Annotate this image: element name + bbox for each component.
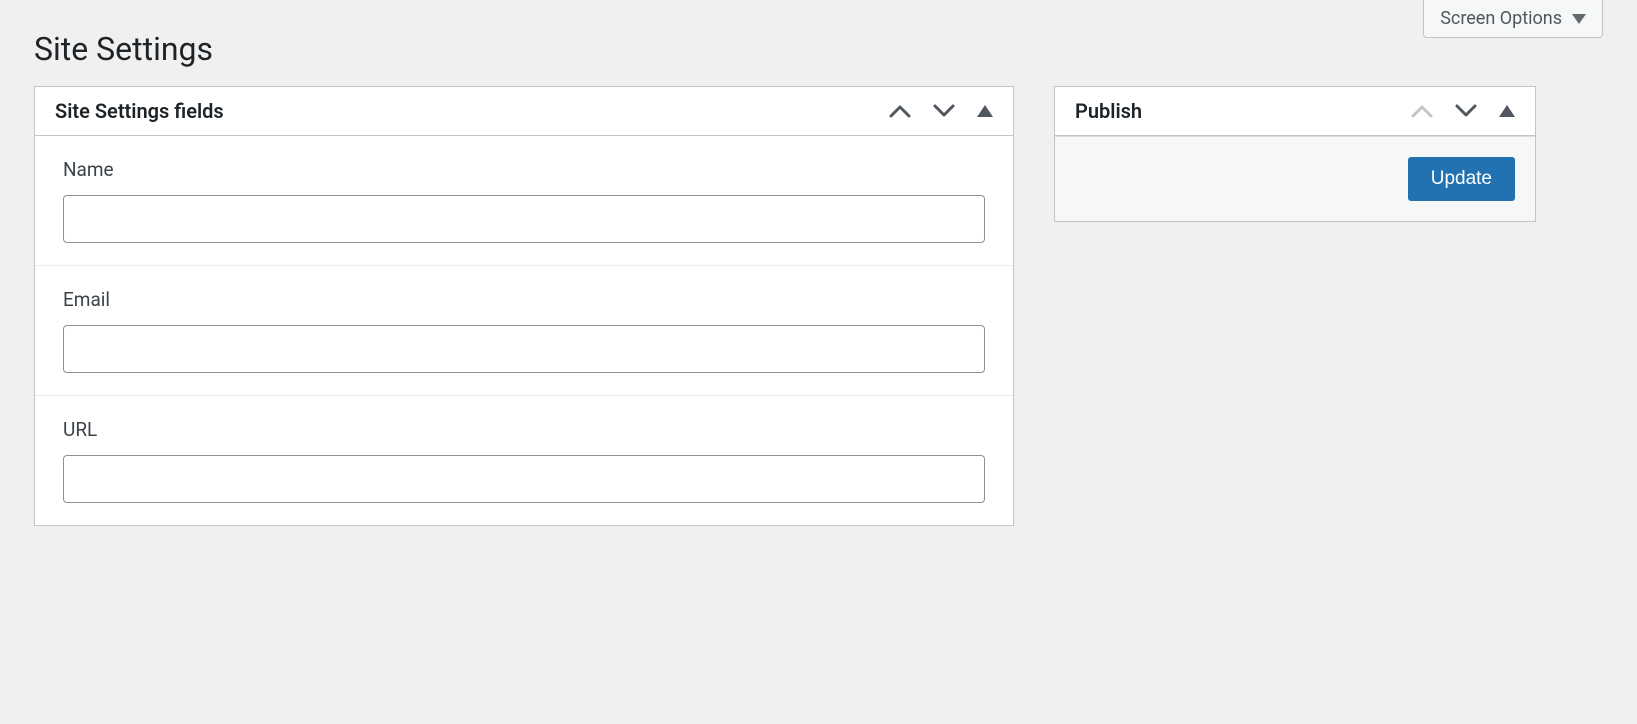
caret-down-icon <box>1572 14 1586 24</box>
field-row-email: Email <box>35 266 1013 396</box>
url-input[interactable] <box>63 455 985 503</box>
email-input[interactable] <box>63 325 985 373</box>
page-title: Site Settings <box>34 0 1603 86</box>
screen-options-label: Screen Options <box>1440 8 1562 29</box>
field-label-name: Name <box>63 158 985 181</box>
toggle-panel-button[interactable] <box>1499 105 1515 117</box>
publish-handle-actions <box>1411 104 1515 118</box>
move-up-button[interactable] <box>1411 104 1433 118</box>
move-down-button[interactable] <box>933 104 955 118</box>
field-row-url: URL <box>35 396 1013 525</box>
chevron-down-icon <box>933 104 955 118</box>
field-row-name: Name <box>35 136 1013 266</box>
move-up-button[interactable] <box>889 104 911 118</box>
chevron-up-icon <box>889 104 911 118</box>
update-button[interactable]: Update <box>1408 157 1515 201</box>
box-handle-actions <box>889 104 993 118</box>
site-settings-fields-box: Site Settings fields <box>34 86 1014 526</box>
move-down-button[interactable] <box>1455 104 1477 118</box>
screen-options-toggle[interactable]: Screen Options <box>1423 0 1603 38</box>
publish-header: Publish <box>1055 87 1535 136</box>
caret-up-icon <box>1499 105 1515 117</box>
site-settings-fields-header: Site Settings fields <box>35 87 1013 136</box>
publish-body: Update <box>1055 136 1535 221</box>
fields-body: Name Email URL <box>35 136 1013 525</box>
field-label-email: Email <box>63 288 985 311</box>
name-input[interactable] <box>63 195 985 243</box>
toggle-panel-button[interactable] <box>977 105 993 117</box>
publish-title: Publish <box>1075 99 1142 123</box>
chevron-down-icon <box>1455 104 1477 118</box>
field-label-url: URL <box>63 418 985 441</box>
chevron-up-icon <box>1411 104 1433 118</box>
site-settings-fields-title: Site Settings fields <box>55 99 224 123</box>
caret-up-icon <box>977 105 993 117</box>
publish-box: Publish <box>1054 86 1536 222</box>
